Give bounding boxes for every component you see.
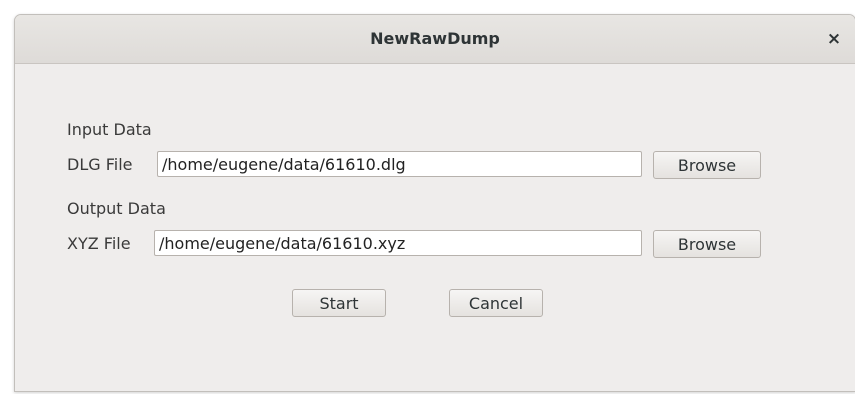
window-title: NewRawDump — [370, 29, 500, 48]
cancel-button[interactable]: Cancel — [449, 289, 543, 317]
new-raw-dump-dialog: NewRawDump × Input Data DLG File Browse … — [14, 14, 855, 392]
title-bar: NewRawDump × — [15, 15, 855, 64]
xyz-file-label: XYZ File — [67, 234, 131, 253]
close-icon[interactable]: × — [821, 26, 847, 52]
dlg-file-label: DLG File — [67, 155, 133, 174]
dlg-file-input[interactable] — [157, 151, 642, 177]
start-button[interactable]: Start — [292, 289, 386, 317]
input-data-heading: Input Data — [67, 120, 152, 139]
xyz-file-input[interactable] — [154, 230, 642, 256]
xyz-browse-button[interactable]: Browse — [653, 230, 761, 258]
dlg-browse-button[interactable]: Browse — [653, 151, 761, 179]
output-data-heading: Output Data — [67, 199, 166, 218]
